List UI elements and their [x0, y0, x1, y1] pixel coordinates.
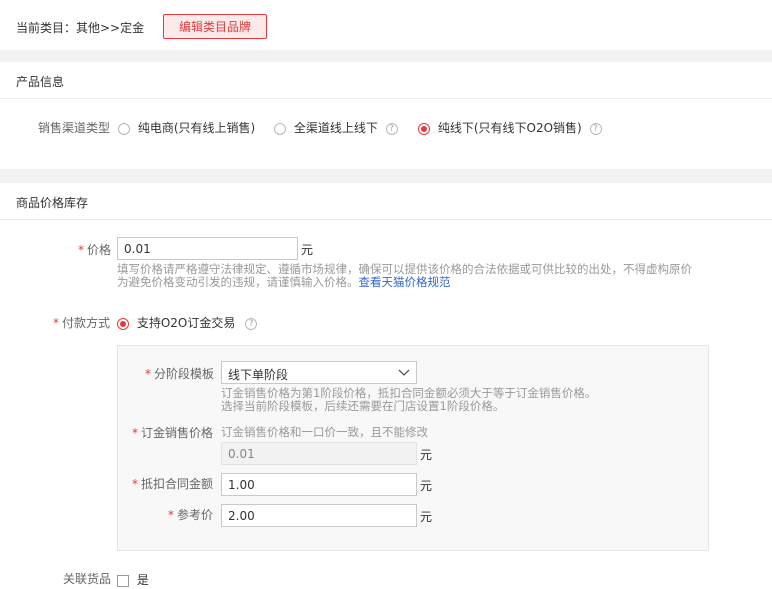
price-unit: 元	[301, 243, 314, 257]
channel-option-online-only[interactable]: 纯电商(只有线上销售)	[118, 119, 255, 136]
section-title: 产品信息	[16, 75, 65, 89]
related-goods-label: 关联货品	[63, 572, 112, 586]
help-icon[interactable]: ?	[245, 317, 258, 330]
product-info-section: 产品信息 销售渠道类型 纯电商(只有线上销售) 全渠道线上线下 ? 纯线下(只有…	[0, 62, 772, 169]
category-header: 当前类目：其他>>定金 编辑类目品牌	[0, 0, 772, 50]
price-label: * 价格	[78, 243, 112, 257]
selected-value: 线下单阶段	[228, 368, 289, 382]
channel-option-offline-o2o[interactable]: 纯线下(只有线下O2O销售) ?	[418, 119, 602, 136]
deposit-price-unit: 元	[420, 448, 433, 462]
current-category-label: 当前类目：其他>>定金	[16, 21, 145, 35]
channel-type-label: 销售渠道类型	[38, 121, 111, 135]
option-label: 支持O2O订金交易	[136, 316, 236, 330]
stage-template-label: * 分阶段模板	[145, 367, 215, 381]
payment-option-o2o-deposit[interactable]: 支持O2O订金交易 ?	[117, 314, 258, 331]
chevron-down-icon	[397, 365, 411, 379]
deposit-price-label: * 订金销售价格	[132, 426, 214, 440]
checkbox[interactable]	[117, 574, 129, 587]
option-label: 是	[136, 573, 149, 587]
section-header: 商品价格库存	[0, 183, 772, 220]
contract-amount-label: * 抵扣合同金额	[132, 477, 214, 491]
help-icon[interactable]: ?	[589, 122, 602, 135]
price-rules-link[interactable]: 查看天猫价格规范	[359, 275, 451, 289]
option-label: 全渠道线上线下	[293, 121, 378, 135]
section-header: 产品信息	[0, 62, 772, 99]
reference-price-input[interactable]	[221, 504, 417, 527]
deposit-price-input	[221, 442, 417, 465]
option-label: 纯线下(只有线下O2O销售)	[437, 121, 582, 135]
section-title: 商品价格库存	[16, 196, 89, 210]
price-hint: 填写价格请严格遵守法律规定、遵循市场规律，确保可以提供该价格的合法依据或可供比较…	[117, 262, 692, 289]
price-input[interactable]	[117, 237, 298, 260]
radio-button-selected[interactable]	[418, 122, 430, 135]
payment-method-label: * 付款方式	[53, 316, 111, 330]
reference-price-unit: 元	[420, 510, 433, 524]
stage-template-select[interactable]: 线下单阶段	[221, 361, 417, 384]
stage-template-hint: 订金销售价格为第1阶段价格，抵扣合同金额必须大于等于订金销售价格。 选择当前阶段…	[221, 386, 597, 413]
help-icon[interactable]: ?	[385, 122, 398, 135]
stage-settings-box: * 分阶段模板 线下单阶段 订金销售价格为第1阶段价格，抵扣合同金额必须大于等于订…	[117, 345, 709, 551]
price-stock-section: 商品价格库存 *价格 元 填写价格请严格遵守法律规定、遵循市场规律，确保可以提供…	[0, 183, 772, 589]
edit-category-brand-button[interactable]: 编辑类目品牌	[163, 14, 267, 39]
channel-option-omni[interactable]: 全渠道线上线下 ?	[274, 119, 398, 136]
contract-amount-input[interactable]	[221, 473, 417, 496]
deposit-price-hint: 订金销售价格和一口价一致，且不能修改	[221, 425, 428, 439]
radio-button-selected[interactable]	[117, 317, 129, 330]
radio-button[interactable]	[274, 122, 286, 135]
reference-price-label: * 参考价	[168, 508, 214, 522]
radio-button[interactable]	[118, 122, 130, 135]
related-goods-checkbox-option[interactable]: 是	[117, 571, 149, 588]
option-label: 纯电商(只有线上销售)	[137, 121, 256, 135]
contract-amount-unit: 元	[420, 479, 433, 493]
